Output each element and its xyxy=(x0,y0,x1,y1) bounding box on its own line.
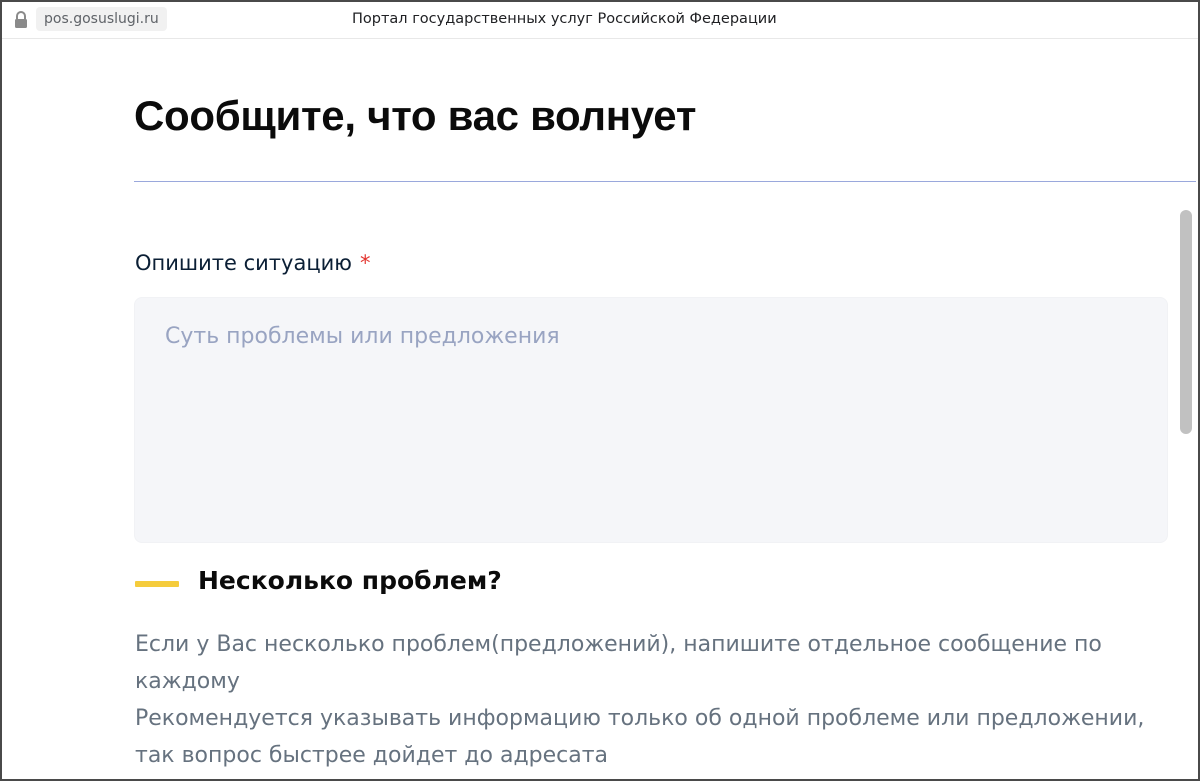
hint-paragraph: Рекомендуется указывать информацию тольк… xyxy=(135,706,1145,768)
scrollbar-thumb[interactable] xyxy=(1180,210,1192,434)
browser-window: pos.gosuslugi.ru Портал государственных … xyxy=(0,0,1200,781)
description-textarea[interactable] xyxy=(134,297,1168,543)
hint-title: Несколько проблем? xyxy=(198,566,502,595)
hint-accent-bar xyxy=(135,581,179,587)
hint-text: Если у Вас несколько проблем(предложений… xyxy=(135,626,1175,774)
address-bar-url[interactable]: pos.gosuslugi.ru xyxy=(36,7,167,31)
hint-paragraph: Если у Вас несколько проблем(предложений… xyxy=(135,632,1102,694)
required-mark: * xyxy=(359,251,371,275)
description-label-text: Опишите ситуацию xyxy=(135,251,352,275)
page-title: Сообщите, что вас волнует xyxy=(134,92,697,139)
window-title: Портал государственных услуг Российской … xyxy=(352,11,777,27)
browser-topbar: pos.gosuslugi.ru Портал государственных … xyxy=(2,2,1198,39)
page-content: Сообщите, что вас волнует Опишите ситуац… xyxy=(2,40,1198,779)
description-field-label: Опишите ситуацию * xyxy=(135,251,370,275)
title-divider xyxy=(134,181,1196,182)
lock-icon xyxy=(15,11,27,28)
